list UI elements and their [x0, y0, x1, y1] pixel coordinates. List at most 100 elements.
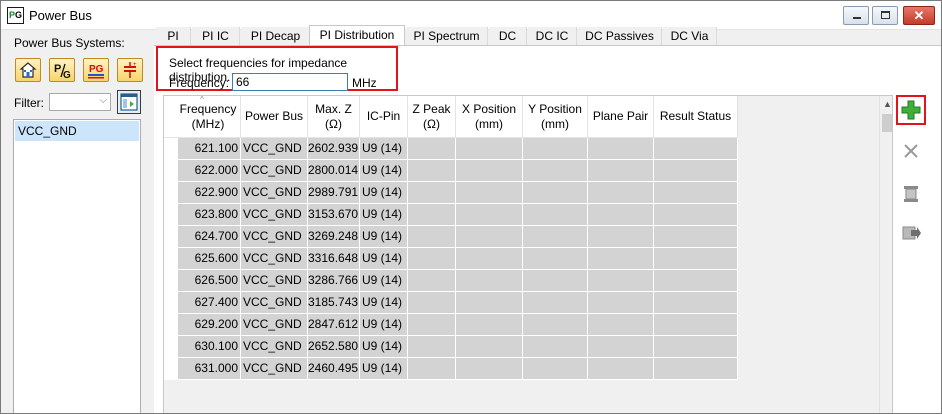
cell-power-bus: VCC_GND	[241, 226, 308, 248]
cell-frequency: 621.100	[178, 138, 241, 160]
cell-frequency: 622.000	[178, 160, 241, 182]
minimize-icon	[853, 17, 861, 19]
row-gutter	[164, 138, 178, 160]
export-button[interactable]	[896, 218, 926, 248]
cell-max-z: 2847.612	[308, 314, 360, 336]
filter-label: Filter:	[14, 96, 44, 110]
distribution-table: ^ Frequency (MHz) Power Bus Max. Z (Ω) I…	[163, 95, 893, 413]
power-ground-planes-button[interactable]: PG	[83, 58, 109, 82]
window-title: Power Bus	[29, 8, 92, 23]
power-ground-icon: P G	[54, 63, 71, 79]
column-header-result-status[interactable]: Result Status	[654, 96, 738, 138]
close-window-button[interactable]: ✕	[903, 6, 935, 25]
header-line1: Y Position	[528, 102, 582, 116]
tab-pi-spectrum[interactable]: PI Spectrum	[406, 27, 488, 47]
cell-y-position	[523, 314, 588, 336]
home-icon	[19, 62, 37, 78]
cell-max-z: 2989.791	[308, 182, 360, 204]
frequency-unit: MHz	[352, 76, 377, 90]
cell-x-position	[456, 314, 523, 336]
frequency-input[interactable]: 66	[232, 73, 348, 91]
cell-max-z: 2800.014	[308, 160, 360, 182]
column-header-z-peak[interactable]: Z Peak (Ω)	[408, 96, 456, 138]
column-header-frequency[interactable]: ^ Frequency (MHz)	[164, 96, 241, 138]
cell-plane-pair	[588, 204, 654, 226]
tab-dc-ic[interactable]: DC IC	[528, 27, 577, 47]
cell-result-status	[654, 292, 738, 314]
delete-frequency-button[interactable]	[896, 136, 926, 166]
cell-result-status	[654, 336, 738, 358]
row-gutter	[164, 292, 178, 314]
cell-x-position	[456, 160, 523, 182]
cell-y-position	[523, 226, 588, 248]
scroll-up-icon[interactable]: ▲	[883, 99, 892, 109]
column-header-plane-pair[interactable]: Plane Pair	[588, 96, 654, 138]
cell-max-z: 2460.495	[308, 358, 360, 380]
header-line2: (mm)	[541, 117, 569, 131]
tab-dc-via[interactable]: DC Via	[663, 27, 717, 47]
cell-max-z: 3269.248	[308, 226, 360, 248]
row-gutter	[164, 204, 178, 226]
maximize-icon	[881, 11, 890, 19]
cell-y-position	[523, 292, 588, 314]
row-gutter	[164, 336, 178, 358]
cell-z-peak	[408, 226, 456, 248]
cell-frequency: 626.500	[178, 270, 241, 292]
tab-pi-decap[interactable]: PI Decap	[241, 27, 311, 47]
cell-max-z: 3185.743	[308, 292, 360, 314]
header-line2: (Ω)	[325, 117, 342, 131]
frequency-label: Frequency:	[169, 76, 230, 90]
power-bus-window: PG Power Bus ✕ Power Bus Systems: P G PG…	[0, 0, 942, 414]
cell-power-bus: VCC_GND	[241, 292, 308, 314]
cell-power-bus: VCC_GND	[241, 182, 308, 204]
scroll-thumb[interactable]	[882, 114, 892, 132]
cell-plane-pair	[588, 226, 654, 248]
list-item-vcc-gnd[interactable]: VCC_GND	[15, 121, 139, 141]
cell-power-bus: VCC_GND	[241, 160, 308, 182]
vertical-scrollbar[interactable]: ▲	[879, 96, 892, 413]
filter-dropdown[interactable]: ⌵	[49, 93, 111, 111]
column-header-max-z[interactable]: Max. Z (Ω)	[308, 96, 360, 138]
close-icon	[904, 144, 918, 158]
add-frequency-button[interactable]	[896, 95, 926, 125]
tab-pi-ic[interactable]: PI IC	[192, 27, 240, 47]
minimize-button[interactable]	[843, 6, 869, 25]
column-header-y-position[interactable]: Y Position (mm)	[523, 96, 588, 138]
filter-apply-button[interactable]	[117, 90, 141, 114]
app-logo-icon: PG	[7, 7, 24, 24]
cell-plane-pair	[588, 336, 654, 358]
cell-plane-pair	[588, 248, 654, 270]
cell-ic-pin: U9 (14)	[360, 358, 408, 380]
power-ground-button[interactable]: P G	[49, 58, 75, 82]
tab-dc-passives[interactable]: DC Passives	[578, 27, 662, 47]
cell-result-status	[654, 226, 738, 248]
cell-x-position	[456, 204, 523, 226]
cell-result-status	[654, 138, 738, 160]
cell-x-position	[456, 182, 523, 204]
cell-frequency: 630.100	[178, 336, 241, 358]
cell-result-status	[654, 314, 738, 336]
cell-plane-pair	[588, 160, 654, 182]
header-line2: (Ω)	[423, 117, 440, 131]
cell-ic-pin: U9 (14)	[360, 270, 408, 292]
column-header-ic-pin[interactable]: IC-Pin	[360, 96, 408, 138]
svg-text:+: +	[133, 62, 137, 68]
cell-plane-pair	[588, 292, 654, 314]
column-header-x-position[interactable]: X Position (mm)	[456, 96, 523, 138]
cell-power-bus: VCC_GND	[241, 314, 308, 336]
cell-x-position	[456, 358, 523, 380]
decap-button[interactable]: +	[117, 58, 143, 82]
cell-ic-pin: U9 (14)	[360, 336, 408, 358]
tab-pi-distribution[interactable]: PI Distribution	[309, 25, 405, 47]
copy-button[interactable]	[896, 179, 926, 209]
svg-text:PG: PG	[89, 64, 104, 75]
cell-ic-pin: U9 (14)	[360, 226, 408, 248]
tab-pi[interactable]: PI	[156, 27, 191, 47]
power-ground-planes-icon: PG	[88, 64, 104, 79]
cell-result-status	[654, 248, 738, 270]
home-button[interactable]	[15, 58, 41, 82]
maximize-button[interactable]	[872, 6, 898, 25]
cell-plane-pair	[588, 358, 654, 380]
tab-dc[interactable]: DC	[489, 27, 527, 47]
column-header-power-bus[interactable]: Power Bus	[241, 96, 308, 138]
